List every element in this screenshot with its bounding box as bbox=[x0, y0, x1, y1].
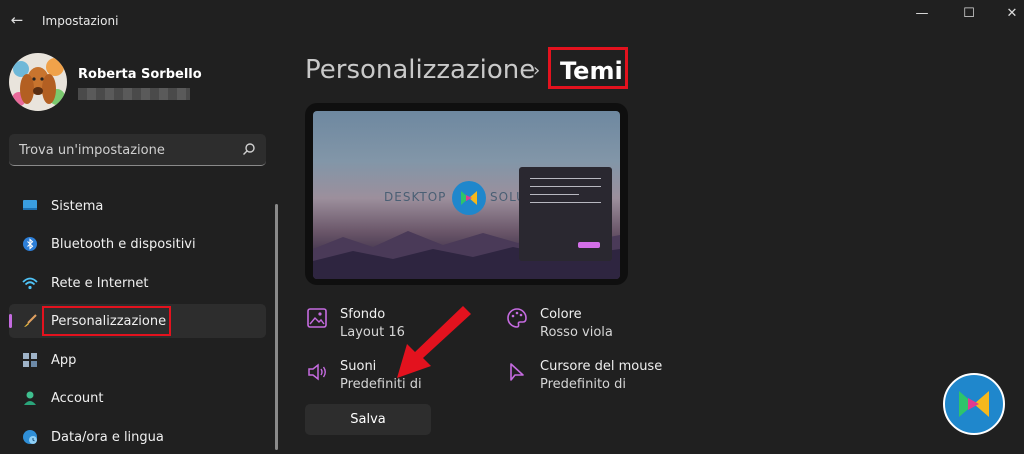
search-input[interactable]: Trova un'impostazione bbox=[9, 134, 266, 166]
sidebar-scrollbar[interactable] bbox=[275, 204, 278, 450]
avatar[interactable] bbox=[9, 53, 67, 111]
sidebar-item-label: Sistema bbox=[51, 199, 104, 214]
option-title-colore[interactable]: Colore bbox=[540, 307, 582, 322]
save-button-label: Salva bbox=[350, 412, 386, 427]
save-button[interactable]: Salva bbox=[305, 404, 431, 435]
title-bar: ← Impostazioni — ☐ ✕ bbox=[0, 0, 1024, 44]
option-title-sfondo[interactable]: Sfondo bbox=[340, 307, 385, 322]
globe-clock-icon bbox=[23, 430, 37, 444]
option-value-cursore: Predefinito di bbox=[540, 377, 627, 392]
maximize-button[interactable]: ☐ bbox=[957, 6, 981, 22]
apps-icon bbox=[23, 353, 37, 367]
sidebar-item-account[interactable]: Account bbox=[9, 381, 266, 415]
logo-icon bbox=[943, 373, 1005, 435]
app-title: Impostazioni bbox=[42, 14, 119, 28]
option-value-colore: Rosso viola bbox=[540, 325, 613, 340]
search-icon bbox=[243, 143, 255, 155]
preview-window-line bbox=[530, 186, 601, 187]
breadcrumb-separator: › bbox=[533, 60, 541, 81]
user-name: Roberta Sorbello bbox=[78, 67, 202, 82]
sidebar-item-data-ora[interactable]: Data/ora e lingua bbox=[9, 420, 266, 454]
sidebar-item-label: Account bbox=[51, 391, 104, 406]
active-indicator bbox=[9, 314, 12, 328]
sidebar-item-label: Bluetooth e dispositivi bbox=[51, 237, 196, 252]
search-placeholder: Trova un'impostazione bbox=[19, 143, 165, 158]
breadcrumb-parent[interactable]: Personalizzazione bbox=[305, 55, 535, 85]
close-button[interactable]: ✕ bbox=[1000, 6, 1024, 22]
sidebar-item-app[interactable]: App bbox=[9, 343, 266, 377]
sidebar-item-rete[interactable]: Rete e Internet bbox=[9, 266, 266, 300]
speaker-icon bbox=[308, 363, 326, 381]
sidebar-item-label: Data/ora e lingua bbox=[51, 430, 164, 445]
sidebar-item-label: Rete e Internet bbox=[51, 276, 149, 291]
back-arrow-icon[interactable]: ← bbox=[9, 12, 25, 28]
brush-icon bbox=[24, 314, 37, 327]
preview-window-line bbox=[530, 202, 601, 203]
breadcrumb-current: Temi bbox=[560, 57, 623, 85]
option-title-cursore[interactable]: Cursore del mouse bbox=[540, 359, 662, 374]
page-title: Temi bbox=[548, 47, 628, 89]
option-title-suoni[interactable]: Suoni bbox=[340, 359, 376, 374]
bluetooth-icon bbox=[23, 237, 37, 251]
monitor-icon bbox=[23, 200, 37, 210]
red-arrow-annotation bbox=[397, 306, 471, 378]
preview-window-button bbox=[578, 242, 600, 248]
wifi-icon bbox=[22, 277, 38, 290]
preview-window-line bbox=[530, 178, 601, 179]
logo-icon bbox=[452, 181, 486, 215]
preview-window-line bbox=[530, 194, 579, 195]
image-icon bbox=[307, 308, 327, 328]
minimize-button[interactable]: — bbox=[910, 6, 934, 22]
theme-preview: DESKTOP SOLU bbox=[305, 103, 628, 285]
cursor-icon bbox=[510, 363, 524, 381]
preview-logo-text-left: DESKTOP bbox=[384, 190, 447, 204]
user-email-redacted bbox=[78, 88, 190, 100]
palette-icon bbox=[507, 308, 527, 328]
theme-preview-screen: DESKTOP SOLU bbox=[313, 111, 620, 279]
highlight-box-personalizzazione bbox=[42, 306, 171, 336]
sidebar-item-label: App bbox=[51, 353, 77, 368]
person-icon bbox=[24, 391, 36, 405]
sidebar-item-sistema[interactable]: Sistema bbox=[9, 189, 266, 223]
preview-window bbox=[519, 167, 612, 261]
sidebar-item-bluetooth[interactable]: Bluetooth e dispositivi bbox=[9, 227, 266, 261]
